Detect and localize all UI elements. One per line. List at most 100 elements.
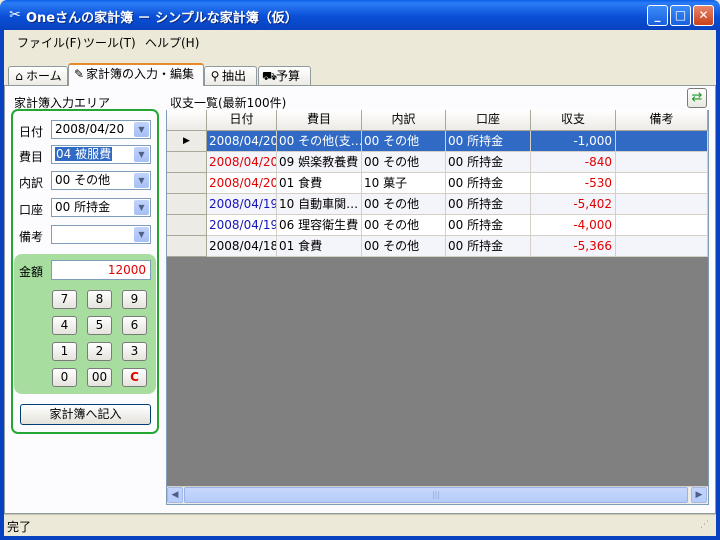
key-6[interactable]: 6 (122, 316, 147, 335)
scroll-left-icon[interactable]: ◀ (167, 487, 183, 503)
cell-category[interactable]: 01 食費 (277, 173, 362, 194)
tab-extract[interactable]: ⚲ 抽出 (204, 66, 257, 85)
tab-home-label: ホーム (26, 69, 62, 83)
cell-note[interactable] (616, 131, 708, 152)
minimize-button[interactable]: _ (647, 5, 668, 26)
tab-budget-label: 予算 (276, 69, 301, 83)
column-header-amount[interactable]: 収支 (531, 110, 616, 131)
chevron-down-icon[interactable]: ▼ (134, 122, 149, 137)
chevron-down-icon[interactable]: ▼ (134, 200, 149, 215)
cell-account[interactable]: 00 所持金 (446, 152, 531, 173)
cell-note[interactable] (616, 236, 708, 257)
row-header[interactable] (167, 152, 207, 173)
resize-grip-icon[interactable]: ⋰ (700, 521, 712, 534)
cell-category[interactable]: 06 理容衛生費 (277, 215, 362, 236)
column-header-date[interactable]: 日付 (207, 110, 277, 131)
key-4[interactable]: 4 (52, 316, 77, 335)
cell-account[interactable]: 00 所持金 (446, 236, 531, 257)
cell-note[interactable] (616, 215, 708, 236)
key-1[interactable]: 1 (52, 342, 77, 361)
cell-detail[interactable]: 00 その他 (362, 152, 446, 173)
cell-detail[interactable]: 00 その他 (362, 236, 446, 257)
detail-select[interactable]: 00 その他 ▼ (51, 171, 151, 190)
cell-category[interactable]: 10 自動車関… (277, 194, 362, 215)
column-header-category[interactable]: 費目 (277, 110, 362, 131)
submit-entry-button[interactable]: 家計簿へ記入 (20, 404, 151, 425)
cell-detail[interactable]: 00 その他 (362, 131, 446, 152)
amount-field[interactable]: 12000 (51, 260, 151, 280)
note-select[interactable]: ▼ (51, 225, 151, 244)
cell-category[interactable]: 09 娯楽教養費 (277, 152, 362, 173)
cell-date[interactable]: 2008/04/19 (207, 215, 277, 236)
home-icon: ⌂ (15, 69, 23, 83)
cell-category[interactable]: 01 食費 (277, 236, 362, 257)
row-header[interactable] (167, 173, 207, 194)
tab-budget[interactable]: ⛟予算 (258, 66, 311, 85)
cell-date[interactable]: 2008/04/20 (207, 173, 277, 194)
account-select[interactable]: 00 所持金 ▼ (51, 198, 151, 217)
cell-category[interactable]: 00 その他(支… (277, 131, 362, 152)
key-5[interactable]: 5 (87, 316, 112, 335)
cell-amount[interactable]: -530 (531, 173, 616, 194)
grid-corner-header (167, 110, 207, 131)
key-00[interactable]: 00 (87, 368, 112, 387)
cell-account[interactable]: 00 所持金 (446, 215, 531, 236)
key-7[interactable]: 7 (52, 290, 77, 309)
menu-file[interactable]: ファイル(F) (17, 34, 81, 51)
key-8[interactable]: 8 (87, 290, 112, 309)
key-3[interactable]: 3 (122, 342, 147, 361)
cell-date[interactable]: 2008/04/18 (207, 236, 277, 257)
row-pointer-icon[interactable]: ▶ (167, 131, 207, 152)
cell-detail[interactable]: 10 菓子 (362, 173, 446, 194)
cell-amount[interactable]: -1,000 (531, 131, 616, 152)
cell-amount[interactable]: -840 (531, 152, 616, 173)
cell-date[interactable]: 2008/04/19 (207, 194, 277, 215)
pencil-icon: ✎ (73, 67, 85, 81)
column-header-account[interactable]: 口座 (446, 110, 531, 131)
tab-extract-label: 抽出 (222, 69, 247, 83)
cart-icon: ⛟ (262, 69, 278, 83)
cell-note[interactable] (616, 194, 708, 215)
tab-entry-edit[interactable]: ✎ 家計簿の入力・編集 (68, 63, 204, 86)
scroll-thumb[interactable]: ||| (184, 487, 688, 503)
row-header[interactable] (167, 215, 207, 236)
chevron-down-icon[interactable]: ▼ (134, 173, 149, 188)
cell-detail[interactable]: 00 その他 (362, 215, 446, 236)
key-0[interactable]: 0 (52, 368, 77, 387)
cell-amount[interactable]: -4,000 (531, 215, 616, 236)
cell-date[interactable]: 2008/04/20 (207, 131, 277, 152)
cell-account[interactable]: 00 所持金 (446, 173, 531, 194)
tab-home[interactable]: ⌂ ホーム (8, 66, 68, 85)
key-clear[interactable]: C (122, 368, 147, 387)
category-select[interactable]: 04 被服費 ▼ (51, 145, 151, 164)
chevron-down-icon[interactable]: ▼ (134, 227, 149, 242)
cell-date[interactable]: 2008/04/20 (207, 152, 277, 173)
key-2[interactable]: 2 (87, 342, 112, 361)
cell-account[interactable]: 00 所持金 (446, 194, 531, 215)
chevron-down-icon[interactable]: ▼ (134, 147, 149, 162)
menu-help[interactable]: ヘルプ(H) (145, 34, 199, 51)
refresh-button[interactable]: ⇄ (687, 88, 707, 108)
tab-entry-edit-label: 家計簿の入力・編集 (86, 67, 195, 81)
column-header-note[interactable]: 備考 (616, 110, 708, 131)
cell-note[interactable] (616, 152, 708, 173)
magnifier-icon: ⚲ (210, 69, 220, 83)
row-header[interactable] (167, 194, 207, 215)
cell-detail[interactable]: 00 その他 (362, 194, 446, 215)
cell-account[interactable]: 00 所持金 (446, 131, 531, 152)
note-label: 備考 (19, 230, 44, 244)
maximize-button[interactable]: □ (670, 5, 691, 26)
account-label: 口座 (19, 203, 44, 217)
row-header[interactable] (167, 236, 207, 257)
key-9[interactable]: 9 (122, 290, 147, 309)
cell-amount[interactable]: -5,402 (531, 194, 616, 215)
status-text: 完了 (7, 520, 32, 534)
cell-amount[interactable]: -5,366 (531, 236, 616, 257)
menu-tools[interactable]: ツール(T) (83, 34, 136, 51)
close-button[interactable]: ✕ (693, 5, 714, 26)
scroll-right-icon[interactable]: ▶ (691, 487, 707, 503)
column-header-detail[interactable]: 内訳 (362, 110, 446, 131)
list-title: 収支一覧(最新100件) (170, 96, 287, 110)
cell-note[interactable] (616, 173, 708, 194)
date-picker[interactable]: 2008/04/20 ▼ (51, 120, 151, 139)
